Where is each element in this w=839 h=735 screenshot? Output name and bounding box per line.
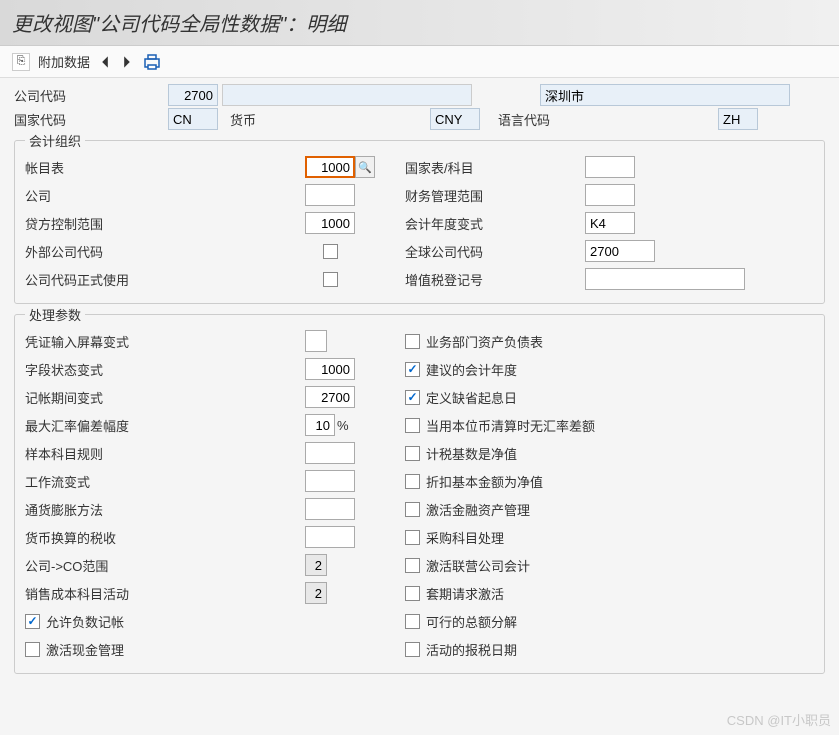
company-input[interactable] [305,184,355,206]
toolbar: ⎘ 附加数据 [0,46,839,78]
default-vd-checkbox[interactable] [405,390,420,405]
toggle-icon[interactable]: ⎘ [12,53,30,71]
fin-asset-checkbox[interactable] [405,502,420,517]
watermark: CSDN @IT小职员 [727,710,831,729]
doc-entry-input[interactable] [305,330,327,352]
inflation-label: 通货膨胀方法 [25,500,305,519]
po-acct-label: 采购科目处理 [426,528,504,547]
processing-params-group: 处理参数 凭证输入屏幕变式 业务部门资产负债表 字段状态变式 建议的会计年度 记… [14,314,825,674]
field-status-label: 字段状态变式 [25,360,305,379]
global-company-input[interactable] [585,240,655,262]
company-code-field[interactable] [168,84,218,106]
global-company-label: 全球公司代码 [405,242,585,261]
vat-reg-input[interactable] [585,268,745,290]
company-name-field [222,84,472,106]
sample-rules-label: 样本科目规则 [25,444,305,463]
productive-label: 公司代码正式使用 [25,270,305,289]
doc-entry-label: 凭证输入屏幕变式 [25,332,305,351]
workflow-label: 工作流变式 [25,472,305,491]
country-chart-label: 国家表/科目 [405,158,585,177]
jv-acct-checkbox[interactable] [405,558,420,573]
country-chart-input[interactable] [585,156,635,178]
country-label: 国家代码 [14,110,164,129]
cogs-input [305,582,327,604]
percent-label: % [337,418,349,433]
inflation-input[interactable] [305,498,355,520]
workflow-input[interactable] [305,470,355,492]
fiscal-variant-label: 会计年度变式 [405,214,585,233]
cash-mgmt-label: 激活现金管理 [46,640,124,659]
max-exch-input[interactable] [305,414,335,436]
productive-checkbox[interactable] [323,272,338,287]
jv-acct-label: 激活联营公司会计 [426,556,530,575]
neg-post-label: 允许负数记帐 [46,612,124,631]
propose-fy-checkbox[interactable] [405,362,420,377]
country-field[interactable] [168,108,218,130]
cogs-label: 销售成本科目活动 [25,584,305,603]
disc-base-net-label: 折扣基本金额为净值 [426,472,543,491]
vat-reg-label: 增值税登记号 [405,270,585,289]
propose-fy-label: 建议的会计年度 [426,360,517,379]
chart-accounts-input[interactable] [305,156,355,178]
credit-ctrl-input[interactable] [305,212,355,234]
po-acct-checkbox[interactable] [405,530,420,545]
hedge-req-checkbox[interactable] [405,586,420,601]
accounting-org-group: 会计组织 帐目表 🔍 国家表/科目 公司 财务管理范围 贷方控制范围 会计年度变… [14,140,825,304]
fm-area-label: 财务管理范围 [405,186,585,205]
header-row-1: 公司代码 [0,78,839,106]
hedge-req-label: 套期请求激活 [426,584,504,603]
chart-accounts-label: 帐目表 [25,158,305,177]
fin-asset-label: 激活金融资产管理 [426,500,530,519]
tax-crcy-input[interactable] [305,526,355,548]
fm-area-input[interactable] [585,184,635,206]
no-exdiff-label: 当用本位币清算时无汇率差额 [426,416,595,435]
biz-bs-checkbox[interactable] [405,334,420,349]
company-label: 公司 [25,186,305,205]
search-help-icon[interactable]: 🔍 [355,156,375,178]
sample-rules-input[interactable] [305,442,355,464]
prev-icon[interactable] [98,55,112,69]
tax-date-checkbox[interactable] [405,642,420,657]
company-code-label: 公司代码 [14,86,164,105]
fiscal-variant-input[interactable] [585,212,635,234]
disc-base-net-checkbox[interactable] [405,474,420,489]
credit-ctrl-label: 贷方控制范围 [25,214,305,233]
language-label: 语言代码 [498,110,714,129]
ext-company-checkbox[interactable] [323,244,338,259]
tax-crcy-label: 货币换算的税收 [25,528,305,547]
field-status-input[interactable] [305,358,355,380]
tax-date-label: 活动的报税日期 [426,640,517,659]
co-area-label: 公司->CO范围 [25,556,305,575]
header-row-2: 国家代码 货币 语言代码 [0,106,839,136]
neg-post-checkbox[interactable] [25,614,40,629]
cash-mgmt-checkbox[interactable] [25,642,40,657]
posting-period-input[interactable] [305,386,355,408]
amount-split-label: 可行的总额分解 [426,612,517,631]
city-field[interactable] [540,84,790,106]
processing-params-title: 处理参数 [25,305,85,324]
next-icon[interactable] [120,55,134,69]
posting-period-label: 记帐期间变式 [25,388,305,407]
no-exdiff-checkbox[interactable] [405,418,420,433]
additional-data-label[interactable]: 附加数据 [38,52,90,71]
currency-field[interactable] [430,108,480,130]
tax-base-net-label: 计税基数是净值 [426,444,517,463]
print-icon[interactable] [142,53,162,71]
accounting-org-title: 会计组织 [25,131,85,150]
ext-company-label: 外部公司代码 [25,242,305,261]
page-title: 更改视图"公司代码全局性数据"：明细 [0,0,839,46]
max-exch-label: 最大汇率偏差幅度 [25,416,305,435]
tax-base-net-checkbox[interactable] [405,446,420,461]
currency-label: 货币 [230,110,426,129]
default-vd-label: 定义缺省起息日 [426,388,517,407]
biz-bs-label: 业务部门资产负债表 [426,332,543,351]
amount-split-checkbox[interactable] [405,614,420,629]
co-area-input [305,554,327,576]
language-field[interactable] [718,108,758,130]
